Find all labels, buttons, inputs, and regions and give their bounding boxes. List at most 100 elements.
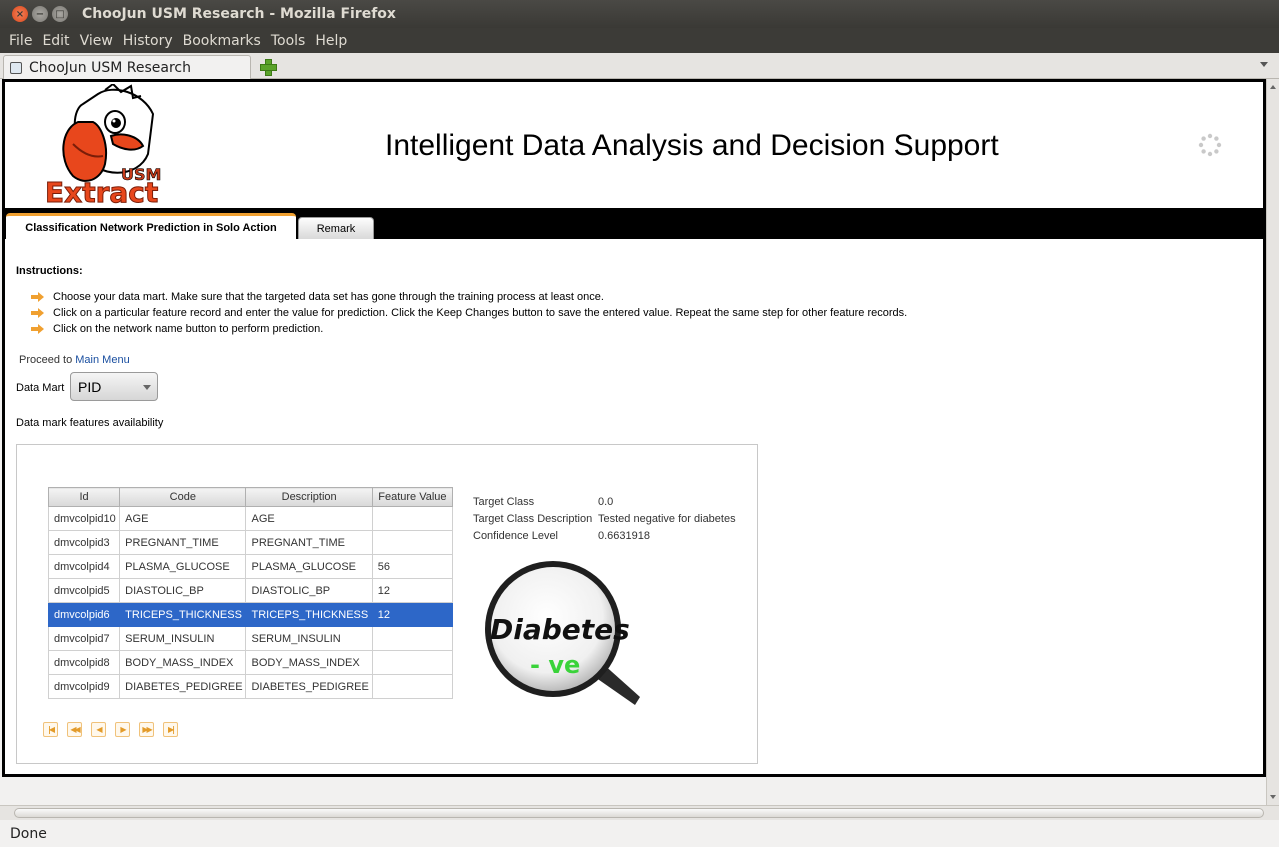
page-frame: USM Extract Intelligent Data Analysis an… — [2, 79, 1266, 777]
table-row[interactable]: dmvcolpid10 AGE AGE — [47, 506, 454, 531]
datamart-label: Data Mart — [16, 382, 65, 394]
scroll-down-icon[interactable] — [1270, 795, 1276, 799]
table-row[interactable]: dmvcolpid8 BODY_MASS_INDEX BODY_MASS_IND… — [47, 650, 454, 675]
magnifier-sign: - ve — [530, 651, 580, 679]
table-row[interactable]: dmvcolpid3 PREGNANT_TIME PREGNANT_TIME — [47, 530, 454, 555]
window-title: ChooJun USM Research - Mozilla Firefox — [82, 6, 396, 22]
cell-description: AGE — [245, 506, 373, 531]
status-text: Done — [10, 825, 47, 842]
page-favicon-icon — [10, 61, 22, 74]
cell-code: TRICEPS_THICKNESS — [119, 602, 247, 627]
horizontal-scroll-thumb[interactable] — [14, 808, 1264, 818]
target-class-label: Target Class — [473, 495, 535, 508]
menu-edit[interactable]: Edit — [42, 33, 69, 49]
column-header-description[interactable]: Description — [245, 487, 373, 507]
grid-header-row: Id Code Description Feature Value — [47, 487, 454, 507]
cell-code: PREGNANT_TIME — [119, 530, 247, 555]
result-row: Target Class Description Tested negative… — [473, 510, 736, 527]
instruction-item: Choose your data mart. Make sure that th… — [31, 291, 604, 303]
cell-description: DIASTOLIC_BP — [245, 578, 373, 603]
statusbar: Done — [0, 820, 1279, 847]
diabetes-magnifier-image: Diabetes - ve — [485, 561, 640, 705]
cell-id: dmvcolpid9 — [47, 674, 121, 699]
instruction-item: Click on the network name button to perf… — [31, 323, 323, 335]
cell-feature-value[interactable] — [371, 506, 454, 531]
table-row-selected[interactable]: dmvcolpid6 TRICEPS_THICKNESS TRICEPS_THI… — [47, 602, 454, 627]
menu-tools[interactable]: Tools — [271, 33, 306, 49]
cell-description: TRICEPS_THICKNESS — [245, 602, 373, 627]
cell-description: PLASMA_GLUCOSE — [245, 554, 373, 579]
cell-feature-value[interactable]: 12 — [371, 602, 454, 627]
fast-back-icon[interactable]: ◀◀ — [67, 722, 82, 737]
tab-list-chevron-down-icon[interactable] — [1260, 62, 1268, 67]
new-tab-plus-icon[interactable] — [259, 58, 277, 76]
table-row[interactable]: dmvcolpid7 SERUM_INSULIN SERUM_INSULIN — [47, 626, 454, 651]
window-titlebar: × − □ ChooJun USM Research - Mozilla Fir… — [0, 0, 1279, 28]
cell-id: dmvcolpid4 — [47, 554, 121, 579]
browser-tab[interactable]: ChooJun USM Research — [3, 55, 251, 79]
target-description-label: Target Class Description — [473, 512, 593, 525]
usm-extract-logo: USM Extract — [45, 84, 162, 209]
cell-id: dmvcolpid8 — [47, 650, 121, 675]
cell-code: PLASMA_GLUCOSE — [119, 554, 247, 579]
proceed-prefix: Proceed to — [19, 354, 73, 366]
cell-feature-value[interactable]: 56 — [371, 554, 454, 579]
fast-forward-icon[interactable]: ▶▶ — [139, 722, 154, 737]
features-panel: Id Code Description Feature Value dmvcol… — [16, 444, 758, 764]
cell-code: DIASTOLIC_BP — [119, 578, 247, 603]
table-row[interactable]: dmvcolpid5 DIASTOLIC_BP DIASTOLIC_BP 12 — [47, 578, 454, 603]
instruction-item: Click on a particular feature record and… — [31, 307, 907, 319]
bullet-arrow-icon — [31, 308, 45, 318]
last-page-icon[interactable]: ▶| — [163, 722, 178, 737]
table-row[interactable]: dmvcolpid9 DIABETES_PEDIGREE DIABETES_PE… — [47, 674, 454, 699]
datamart-select[interactable]: PID — [70, 372, 158, 401]
cell-id: dmvcolpid7 — [47, 626, 121, 651]
window-minimize-button[interactable]: − — [32, 6, 48, 22]
tab-remark[interactable]: Remark — [298, 217, 374, 239]
column-header-code[interactable]: Code — [119, 487, 247, 507]
cell-feature-value[interactable] — [371, 674, 454, 699]
window-maximize-button[interactable]: □ — [52, 6, 68, 22]
vertical-scrollbar[interactable] — [1266, 79, 1279, 805]
confidence-label: Confidence Level — [473, 529, 559, 542]
menu-history[interactable]: History — [123, 33, 173, 49]
tab-classification-prediction[interactable]: Classification Network Prediction in Sol… — [6, 213, 296, 240]
column-header-id[interactable]: Id — [47, 487, 121, 507]
cell-id: dmvcolpid10 — [47, 506, 121, 531]
main-menu-link[interactable]: Main Menu — [75, 354, 129, 366]
cell-feature-value[interactable] — [371, 530, 454, 555]
confidence-value: 0.6631918 — [598, 529, 650, 542]
result-row: Target Class 0.0 — [473, 493, 736, 510]
cell-code: BODY_MASS_INDEX — [119, 650, 247, 675]
next-page-icon[interactable]: ▶ — [115, 722, 130, 737]
cell-code: AGE — [119, 506, 247, 531]
horizontal-scrollbar[interactable] — [0, 805, 1279, 820]
menubar: File Edit View History Bookmarks Tools H… — [0, 28, 1279, 53]
menu-bookmarks[interactable]: Bookmarks — [183, 33, 261, 49]
instruction-text: Click on the network name button to perf… — [53, 323, 324, 335]
instruction-text: Choose your data mart. Make sure that th… — [53, 291, 604, 303]
bullet-arrow-icon — [31, 292, 45, 302]
browser-tabbar: ChooJun USM Research — [0, 53, 1279, 79]
prediction-result: Target Class 0.0 Target Class Descriptio… — [473, 493, 736, 544]
menu-help[interactable]: Help — [315, 33, 347, 49]
grid-pager: |◀ ◀◀ ◀ ▶ ▶▶ ▶| — [43, 722, 187, 737]
cell-feature-value[interactable] — [371, 650, 454, 675]
target-description-value: Tested negative for diabetes — [598, 512, 736, 525]
cell-id: dmvcolpid6 — [47, 602, 121, 627]
column-header-feature-value[interactable]: Feature Value — [371, 487, 454, 507]
first-page-icon[interactable]: |◀ — [43, 722, 58, 737]
cell-feature-value[interactable] — [371, 626, 454, 651]
cell-feature-value[interactable]: 12 — [371, 578, 454, 603]
magnifier-word: Diabetes — [490, 613, 630, 646]
window-close-button[interactable]: × — [12, 6, 28, 22]
table-row[interactable]: dmvcolpid4 PLASMA_GLUCOSE PLASMA_GLUCOSE… — [47, 554, 454, 579]
cell-code: SERUM_INSULIN — [119, 626, 247, 651]
page-title: Intelligent Data Analysis and Decision S… — [385, 129, 999, 162]
datamart-value: PID — [78, 378, 102, 395]
prev-page-icon[interactable]: ◀ — [91, 722, 106, 737]
menu-view[interactable]: View — [80, 33, 113, 49]
menu-file[interactable]: File — [9, 33, 32, 49]
scroll-up-icon[interactable] — [1270, 85, 1276, 89]
bullet-arrow-icon — [31, 324, 45, 334]
